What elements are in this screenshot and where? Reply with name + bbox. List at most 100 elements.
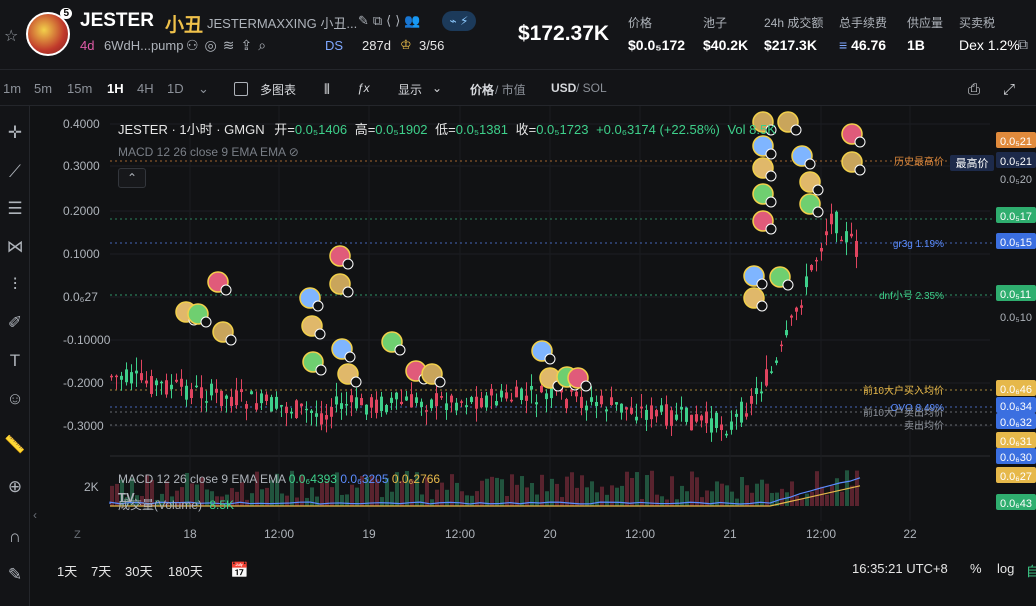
volume-bar: [745, 485, 749, 506]
legend-high: 0.0₅1902: [375, 122, 428, 137]
candle-body: [205, 401, 208, 403]
chevron-down-icon[interactable]: ⌄: [198, 81, 209, 97]
timeframe-1m[interactable]: 1m: [3, 81, 21, 96]
price-chart[interactable]: 历史最高价gr3g 1.19%dnf小号 2.35%前10大户买入均价OVO 8…: [30, 106, 1036, 606]
timeframe-15m[interactable]: 15m: [67, 81, 92, 96]
clock-time: 16:35:21 UTC+8: [852, 561, 948, 576]
token-avatar: 5: [26, 8, 72, 56]
x-badge-icon: [344, 351, 356, 363]
emoji-icon[interactable]: ☺: [4, 388, 26, 410]
range-30d[interactable]: 30天: [125, 561, 152, 580]
fullscreen-icon[interactable]: ⤢: [1003, 81, 1015, 98]
candle-body: [125, 369, 128, 383]
timeframe-1d[interactable]: 1D: [167, 81, 184, 96]
candle-body: [450, 395, 453, 403]
macd-panel-label: MACD 12 26 close 9 EMA EMA: [118, 472, 286, 486]
copy-icon[interactable]: ⧉: [1018, 36, 1028, 53]
right-axis-label: 0.0₆27: [1000, 471, 1032, 483]
pattern-icon[interactable]: ⋈: [4, 236, 26, 258]
log-toggle[interactable]: log: [997, 561, 1014, 576]
magnet-icon[interactable]: ∩: [4, 526, 26, 548]
volume-bar: [670, 476, 674, 506]
fib-icon[interactable]: ⫶: [4, 274, 26, 296]
candle-body: [720, 424, 723, 431]
volume-bar: [805, 493, 809, 506]
parallel-lines-icon[interactable]: ☰: [4, 198, 26, 220]
candle-body: [145, 380, 148, 384]
volume-bar: [855, 470, 859, 506]
eye-off-icon[interactable]: ⊘: [289, 145, 299, 159]
text-tool-icon[interactable]: T: [4, 350, 26, 372]
ruler-icon[interactable]: 📏: [4, 434, 26, 456]
usd-toggle[interactable]: USD: [551, 81, 576, 95]
timeframe-5m[interactable]: 5m: [34, 81, 52, 96]
candle-body: [610, 397, 613, 405]
volume-bar: [770, 492, 774, 506]
multi-chart-checkbox[interactable]: [234, 82, 248, 96]
x-badge-icon: [854, 136, 866, 148]
display-menu[interactable]: 显示: [398, 81, 422, 98]
volume-bar: [485, 478, 489, 506]
crosshair-icon[interactable]: ✛: [4, 122, 26, 144]
mcap-toggle[interactable]: / 市值: [495, 81, 526, 98]
timeframe-1h[interactable]: 1H: [107, 81, 124, 96]
auto-toggle[interactable]: 自: [1026, 561, 1036, 580]
candle-body: [350, 395, 353, 403]
x-badge-icon: [314, 328, 326, 340]
calendar-icon[interactable]: 📅: [230, 561, 249, 579]
fx-indicators-icon[interactable]: ƒx: [357, 81, 370, 95]
volume-bar: [580, 475, 584, 506]
volume-bar: [820, 486, 824, 506]
stat-price: 价格 $0.0₅172: [628, 14, 685, 53]
flash-trade-icon[interactable]: ⌁ ⚡: [442, 11, 476, 31]
candle-body: [360, 398, 363, 406]
candle-body: [705, 411, 708, 424]
macd-indicator-label[interactable]: MACD 12 26 close 9 EMA EMA ⊘: [118, 145, 299, 159]
candle-body: [835, 211, 838, 234]
social-link-icons[interactable]: ⚇◎≋⇪⌕: [186, 37, 272, 54]
zoom-icon[interactable]: ⊕: [4, 476, 26, 498]
price-toggle[interactable]: 价格: [470, 81, 494, 98]
token-cn-name: 小丑: [165, 15, 204, 36]
dexscreener-label[interactable]: DS: [325, 38, 343, 53]
range-7d[interactable]: 7天: [91, 561, 111, 580]
x-tick-label: 19: [362, 527, 376, 541]
camera-icon[interactable]: ⎙: [968, 81, 980, 98]
brush-icon[interactable]: ✐: [4, 312, 26, 334]
volume-bar: [625, 471, 629, 506]
pencil-lock-icon[interactable]: ✎: [4, 564, 26, 586]
range-1d[interactable]: 1天: [57, 561, 77, 580]
sol-toggle[interactable]: / SOL: [576, 81, 607, 95]
multi-chart-label[interactable]: 多图表: [260, 81, 296, 98]
right-axis-label: 0.0₅11: [1000, 289, 1031, 301]
volume-bar: [650, 470, 654, 506]
favorite-star-icon[interactable]: ☆: [4, 26, 18, 46]
candle-body: [260, 393, 263, 404]
y-tick-label: -0.3000: [63, 419, 104, 433]
macd-axis-label: 2K: [84, 480, 99, 494]
range-180d[interactable]: 180天: [168, 561, 203, 580]
contract-address[interactable]: 6WdH...pump: [104, 38, 183, 53]
chevron-down-icon[interactable]: ⌄: [432, 81, 442, 95]
candle-body: [215, 388, 218, 393]
right-axis-label: 0.0₅21: [1000, 136, 1032, 148]
timeframe-4h[interactable]: 4H: [137, 81, 154, 96]
candle-body: [795, 307, 798, 312]
percent-toggle[interactable]: %: [970, 561, 982, 576]
volume-bar: [490, 476, 494, 506]
header: ☆ 5 JESTER 小丑 JESTERMAXXING 小丑... ✎⧉⟨⟩👥 …: [0, 0, 1036, 70]
token-name: JESTER: [80, 10, 154, 31]
candle-body: [715, 412, 718, 428]
candle-body: [780, 344, 783, 347]
candle-body: [725, 433, 728, 436]
candle-body: [655, 410, 658, 417]
right-axis-label: 0.0₆34: [1000, 401, 1032, 413]
candle-body: [530, 385, 533, 390]
stat-volume: 24h 成交额 $217.3K: [764, 14, 823, 53]
legend-vol: Vol 8.5K: [727, 122, 776, 137]
collapse-legend-button[interactable]: ⌃: [118, 168, 146, 188]
x-axis: 18 12:00 19 12:00 20 12:00 21 12:00 22 Z: [74, 527, 917, 541]
indicator-compare-icon[interactable]: ⫴: [324, 81, 330, 98]
trendline-icon[interactable]: ⟋: [4, 161, 26, 183]
edit-copy-share-icons[interactable]: ✎⧉⟨⟩👥: [358, 13, 425, 29]
